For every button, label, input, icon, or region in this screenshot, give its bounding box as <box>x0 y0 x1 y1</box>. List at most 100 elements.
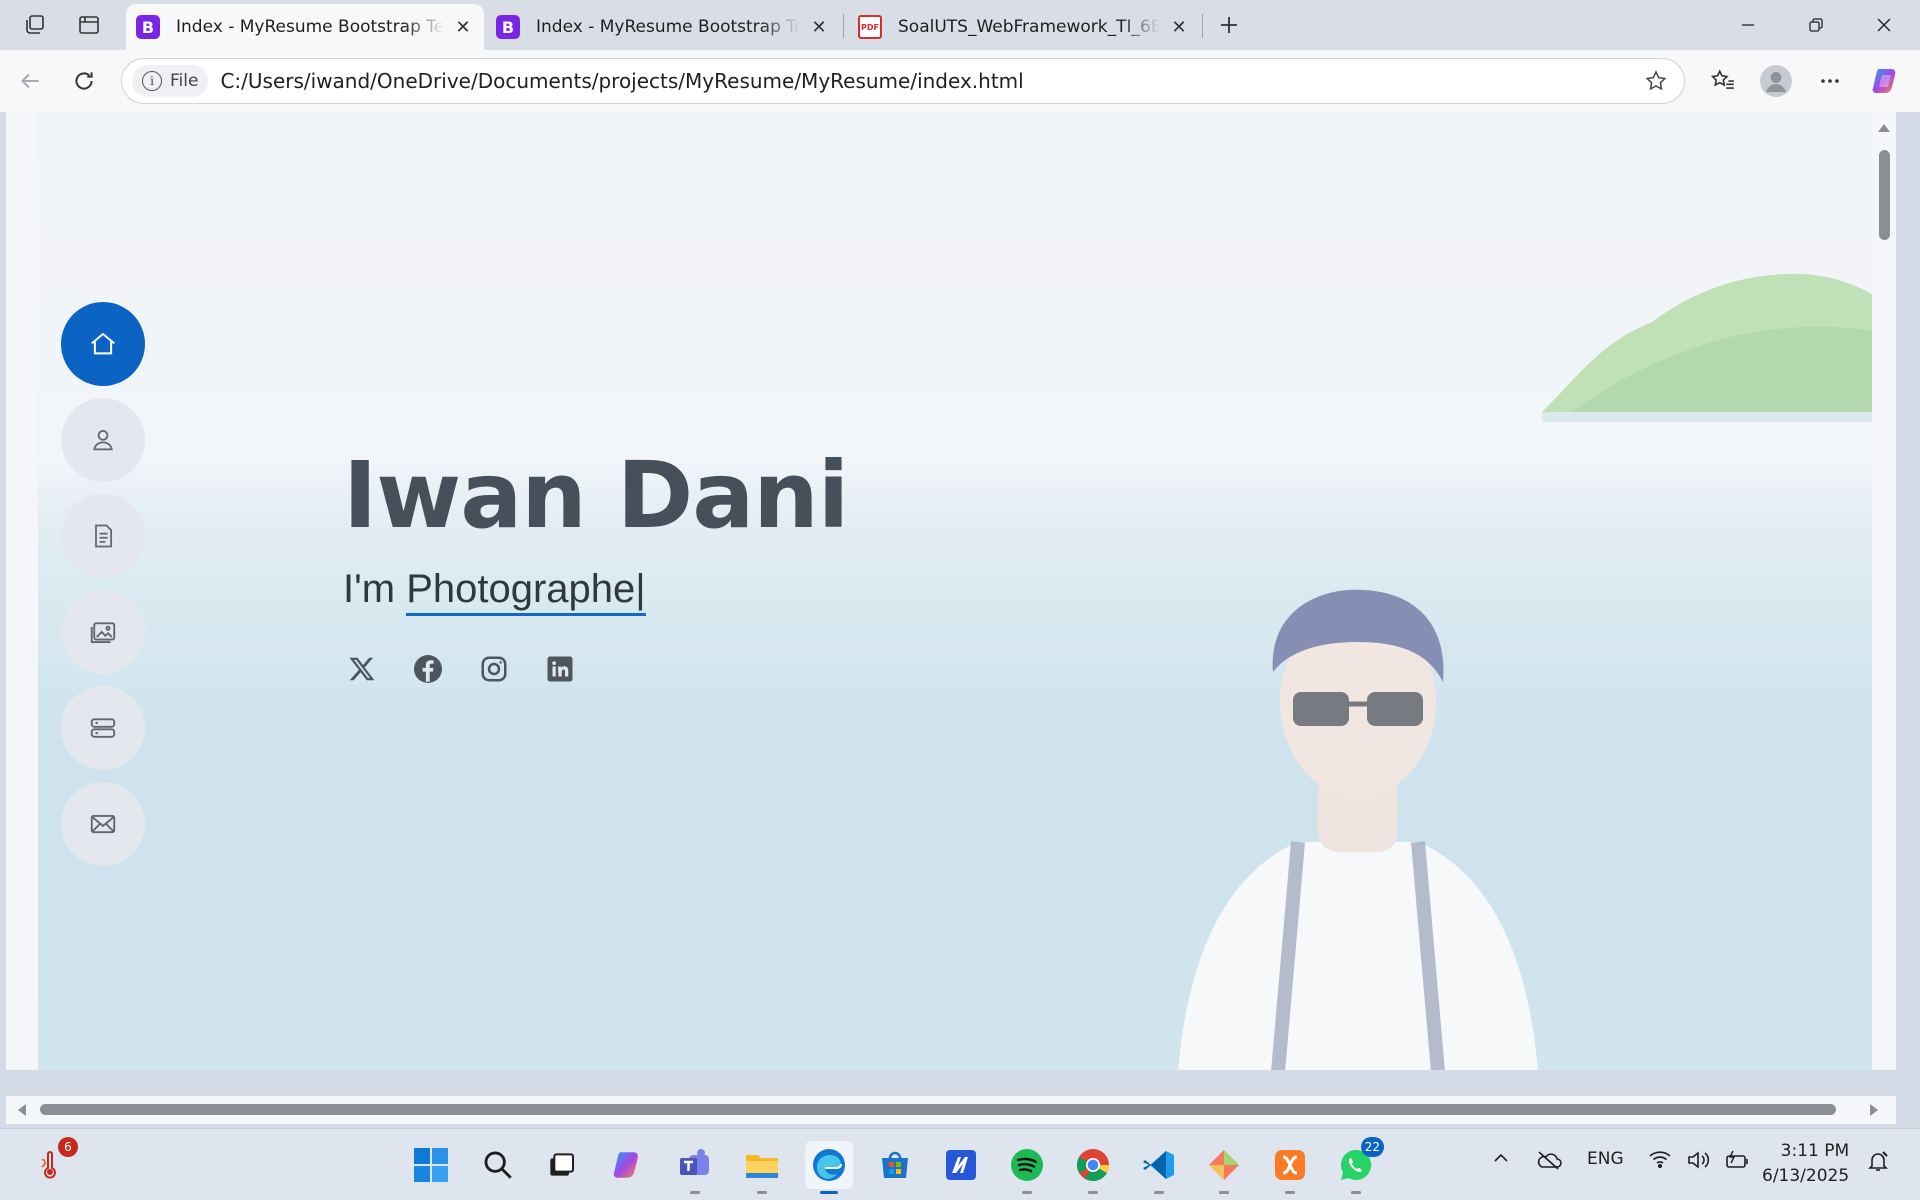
copilot-icon[interactable] <box>1866 61 1906 101</box>
minimize-icon[interactable] <box>1714 0 1782 50</box>
vscode-icon[interactable] <box>1135 1141 1183 1194</box>
tab-2[interactable]: B Index - MyResume Bootstrap Template ✕ <box>486 4 840 50</box>
side-navigation <box>61 302 147 878</box>
tab-title: Index - MyResume Bootstrap Template <box>536 17 800 37</box>
teams-icon[interactable] <box>671 1141 719 1194</box>
more-menu-icon[interactable] <box>1810 61 1850 101</box>
tab-3[interactable]: PDF SoalUTS_WebFramework_TI_6B (1).pdf ✕ <box>848 4 1200 50</box>
address-bar[interactable]: i File C:/Users/iwand/OneDrive/Documents… <box>121 58 1685 104</box>
tab-1[interactable]: B Index - MyResume Bootstrap Template ✕ <box>126 4 484 50</box>
favorites-icon[interactable] <box>1703 61 1743 101</box>
browser-toolbar: i File C:/Users/iwand/OneDrive/Documents… <box>0 50 1920 112</box>
tab-title: Index - MyResume Bootstrap Template <box>176 17 444 37</box>
close-tab-icon[interactable]: ✕ <box>808 17 830 38</box>
show-hidden-icons[interactable] <box>1492 1149 1510 1172</box>
nav-resume-button[interactable] <box>61 494 145 578</box>
bootstrap-icon: B <box>136 15 160 39</box>
nav-portfolio-button[interactable] <box>61 590 145 674</box>
facebook-icon[interactable] <box>411 652 445 686</box>
git-icon[interactable] <box>1200 1141 1248 1194</box>
envelope-icon <box>90 814 116 834</box>
pdf-icon: PDF <box>858 15 882 39</box>
search-icon[interactable] <box>474 1141 522 1189</box>
running-indicator <box>1219 1191 1229 1194</box>
profile-avatar[interactable] <box>1756 61 1796 101</box>
taskbar: 6 22 ENG 3:11 PM 6/13/2025 <box>0 1128 1920 1200</box>
hero-overlay <box>38 112 1882 1070</box>
subtitle-prefix: I'm <box>343 567 396 611</box>
tab-separator <box>843 14 844 38</box>
nav-contact-button[interactable] <box>61 782 145 866</box>
hero-content: Iwan Dani I'm Photographe| <box>343 442 849 686</box>
new-tab-icon[interactable] <box>1211 8 1247 42</box>
clock-time: 3:11 PM <box>1780 1141 1850 1161</box>
nav-about-button[interactable] <box>61 398 145 482</box>
scroll-up-icon[interactable] <box>1878 124 1890 132</box>
nav-home-button[interactable] <box>61 302 145 386</box>
xampp-icon[interactable] <box>1266 1141 1314 1194</box>
tab-strip: B Index - MyResume Bootstrap Template ✕ … <box>0 0 1920 50</box>
favorite-star-icon[interactable] <box>1636 69 1676 93</box>
social-links <box>345 652 848 686</box>
x-twitter-icon[interactable] <box>345 652 379 686</box>
horizontal-scroll-thumb[interactable] <box>40 1104 1836 1115</box>
horizontal-scrollbar[interactable] <box>6 1096 1896 1124</box>
scroll-left-icon[interactable] <box>18 1104 26 1116</box>
nav-services-button[interactable] <box>61 686 145 770</box>
running-indicator <box>1285 1191 1295 1194</box>
hero-section: Iwan Dani I'm Photographe| <box>38 112 1882 1070</box>
tab-title: SoalUTS_WebFramework_TI_6B (1).pdf <box>898 17 1160 37</box>
site-info-button[interactable]: i File <box>132 65 209 97</box>
store-icon[interactable] <box>871 1141 919 1189</box>
onedrive-offline-icon[interactable] <box>1535 1149 1563 1176</box>
typed-role: Photographe| <box>406 567 646 616</box>
workspaces-icon[interactable] <box>17 8 53 42</box>
wifi-icon[interactable] <box>1648 1149 1672 1174</box>
system-clock[interactable]: 3:11 PM 6/13/2025 <box>1762 1139 1849 1189</box>
start-icon[interactable] <box>407 1141 455 1189</box>
vertical-scrollbar[interactable] <box>1872 112 1896 1070</box>
edge-icon[interactable] <box>805 1141 853 1194</box>
server-icon <box>90 718 116 738</box>
weather-widget[interactable]: 6 <box>26 1137 78 1189</box>
file-explorer-icon[interactable] <box>738 1141 786 1194</box>
home-icon <box>91 332 115 355</box>
ms-app-icon[interactable] <box>937 1141 985 1189</box>
weather-badge: 6 <box>58 1137 78 1157</box>
restore-icon[interactable] <box>1782 0 1850 50</box>
volume-icon[interactable] <box>1686 1149 1712 1176</box>
hero-name: Iwan Dani <box>343 442 849 549</box>
notifications-icon[interactable] <box>1866 1149 1890 1178</box>
close-tab-icon[interactable]: ✕ <box>1168 17 1190 38</box>
whatsapp-badge: 22 <box>1360 1137 1384 1157</box>
whatsapp-icon[interactable]: 22 <box>1332 1137 1384 1194</box>
active-indicator <box>820 1191 838 1194</box>
hero-subtitle: I'm Photographe| <box>343 567 848 616</box>
images-icon <box>90 622 116 643</box>
chrome-icon[interactable] <box>1069 1141 1117 1194</box>
running-indicator <box>690 1191 700 1194</box>
page-viewport: Iwan Dani I'm Photographe| <box>6 112 1896 1070</box>
instagram-icon[interactable] <box>477 652 511 686</box>
file-text-icon <box>95 524 113 548</box>
task-view-icon[interactable] <box>537 1141 585 1189</box>
copilot-app-icon[interactable] <box>604 1141 652 1189</box>
running-indicator <box>1088 1191 1098 1194</box>
language-indicator[interactable]: ENG <box>1587 1149 1624 1169</box>
spotify-icon[interactable] <box>1003 1141 1051 1194</box>
running-indicator <box>1154 1191 1164 1194</box>
close-window-icon[interactable] <box>1850 0 1918 50</box>
bootstrap-icon: B <box>496 15 520 39</box>
scroll-right-icon[interactable] <box>1870 1104 1878 1116</box>
vertical-scroll-thumb[interactable] <box>1879 150 1890 240</box>
battery-icon[interactable] <box>1724 1149 1752 1176</box>
running-indicator <box>1351 1191 1361 1194</box>
back-icon[interactable] <box>10 61 50 101</box>
running-indicator <box>1022 1191 1032 1194</box>
running-indicator <box>757 1191 767 1194</box>
tab-actions-icon[interactable] <box>71 8 107 42</box>
linkedin-icon[interactable] <box>543 652 577 686</box>
url-text[interactable]: C:/Users/iwand/OneDrive/Documents/projec… <box>220 69 1636 93</box>
refresh-icon[interactable] <box>64 61 104 101</box>
close-tab-icon[interactable]: ✕ <box>452 17 474 38</box>
